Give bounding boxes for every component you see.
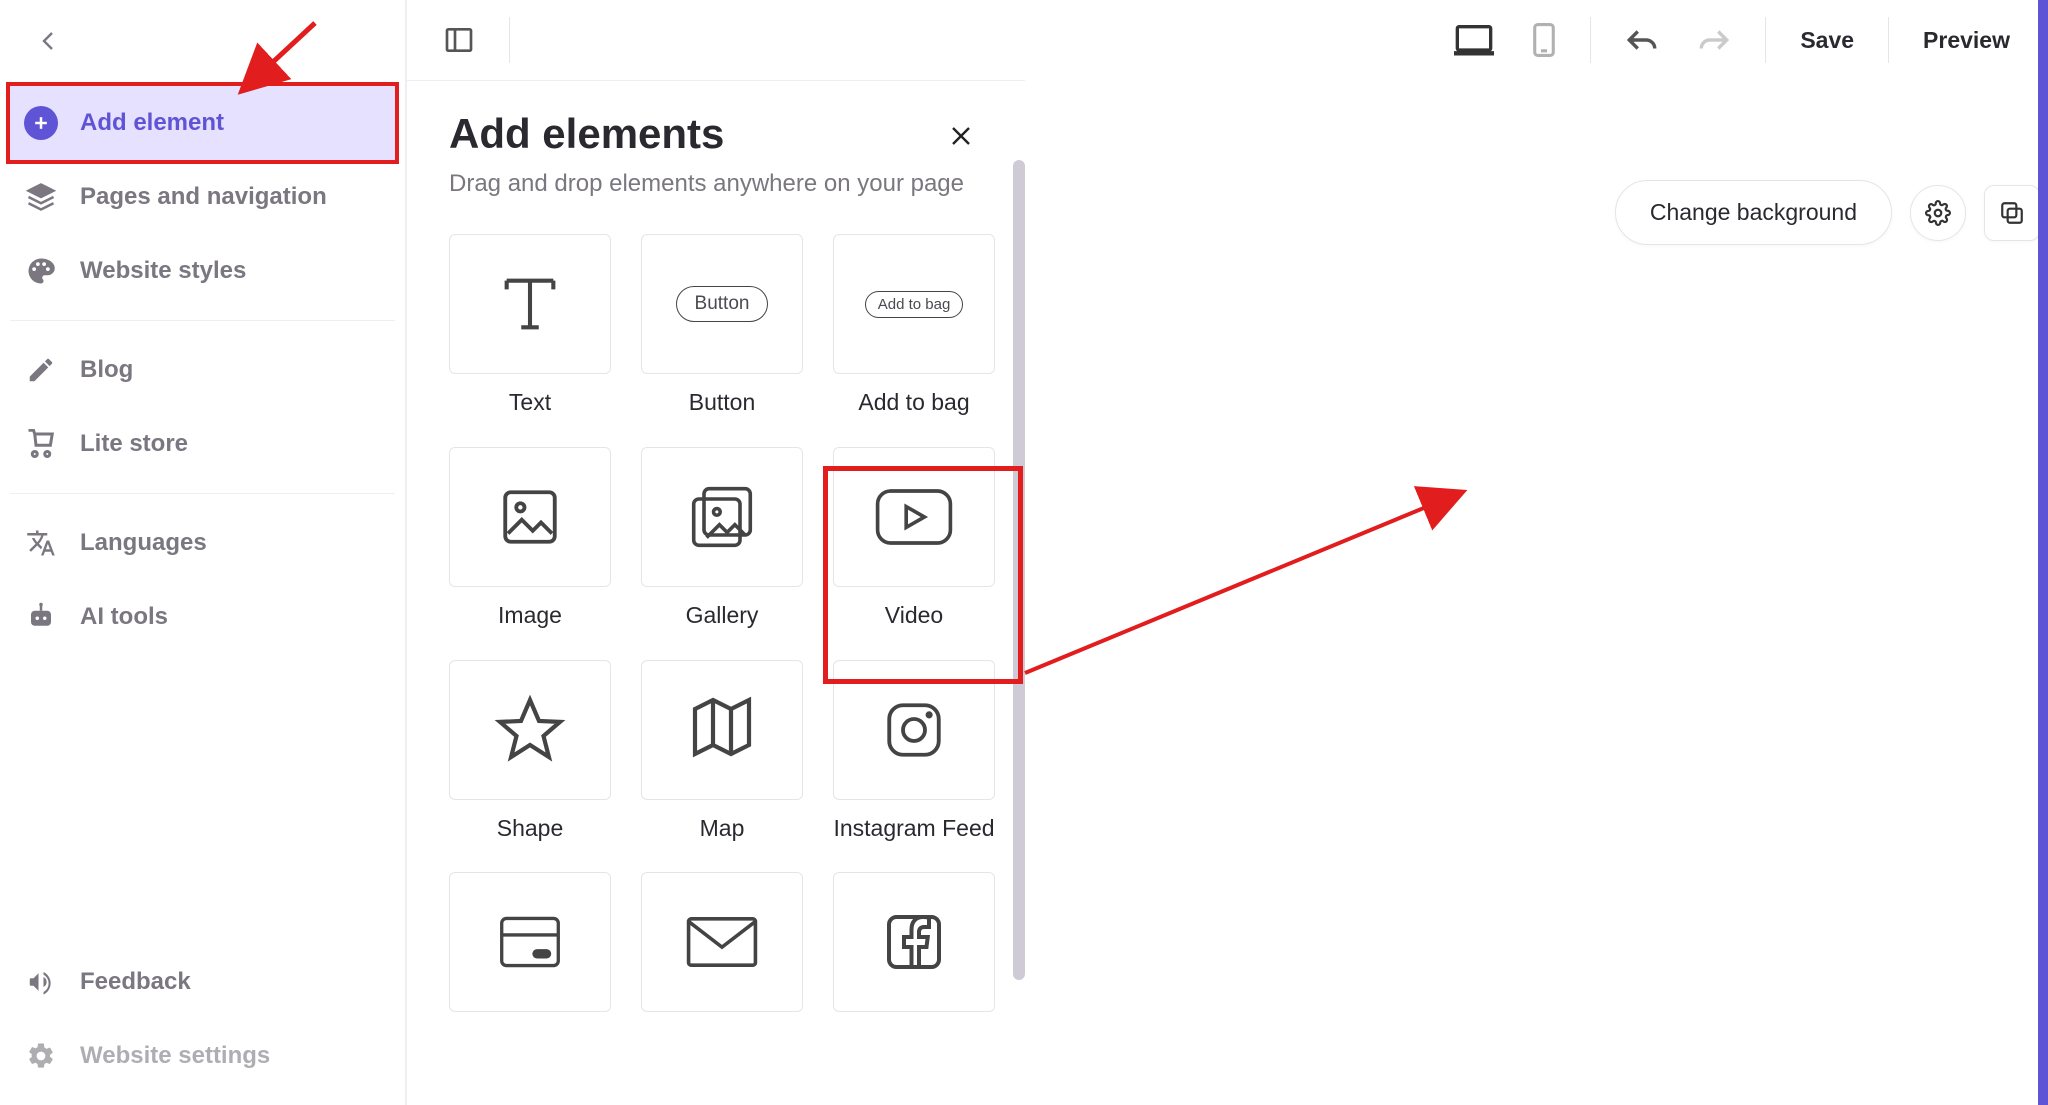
element-instagram-feed[interactable]: Instagram Feed — [833, 660, 995, 843]
columns-icon — [443, 24, 475, 56]
element-label: Text — [509, 388, 551, 417]
panel-scrollbar[interactable] — [1013, 160, 1025, 980]
close-icon — [949, 124, 973, 148]
gallery-icon — [686, 481, 758, 553]
save-button[interactable]: Save — [1790, 27, 1864, 54]
sidebar-item-label: Website styles — [80, 257, 246, 285]
element-label: Shape — [497, 814, 564, 843]
plus-circle-icon — [24, 106, 58, 140]
element-label: Map — [700, 814, 745, 843]
image-icon — [497, 484, 563, 550]
element-label: Image — [498, 601, 562, 630]
divider — [10, 493, 395, 494]
map-icon — [686, 694, 758, 766]
megaphone-icon — [24, 965, 58, 999]
element-gallery[interactable]: Gallery — [641, 447, 803, 630]
gear-icon — [24, 1039, 58, 1073]
sidebar-item-feedback[interactable]: Feedback — [10, 945, 395, 1019]
sidebar-item-label: Languages — [80, 529, 207, 557]
element-label: Add to bag — [858, 388, 969, 417]
sidebar-item-label: AI tools — [80, 603, 168, 631]
element-image[interactable]: Image — [449, 447, 611, 630]
cart-icon — [24, 427, 58, 461]
mail-icon — [686, 915, 758, 969]
palette-icon — [24, 254, 58, 288]
star-icon — [494, 694, 566, 766]
instagram-icon — [881, 697, 947, 763]
divider — [10, 320, 395, 321]
sidebar-item-add-element[interactable]: Add element — [6, 82, 399, 164]
sidebar-item-pages[interactable]: Pages and navigation — [10, 160, 395, 234]
element-add-to-bag[interactable]: Add to bag Add to bag — [833, 234, 995, 417]
preview-button[interactable]: Preview — [1913, 27, 2020, 54]
redo-icon — [1697, 25, 1731, 55]
mobile-icon — [1532, 23, 1556, 57]
redo-button[interactable] — [1687, 17, 1741, 63]
form-icon — [497, 912, 563, 972]
element-shape[interactable]: Shape — [449, 660, 611, 843]
chevron-left-icon — [37, 29, 61, 53]
change-background-button[interactable]: Change background — [1615, 180, 1892, 245]
element-video[interactable]: Video — [833, 447, 995, 630]
panel-title: Add elements — [449, 110, 981, 158]
copy-section-button[interactable] — [1984, 185, 2040, 241]
sidebar-item-label: Website settings — [80, 1042, 270, 1070]
sidebar-item-languages[interactable]: Languages — [10, 506, 395, 580]
mobile-view-button[interactable] — [1522, 17, 1566, 63]
element-button[interactable]: Button Button — [641, 234, 803, 417]
edit-icon — [24, 353, 58, 387]
sidebar-item-label: Feedback — [80, 968, 191, 996]
back-button[interactable] — [28, 20, 70, 62]
element-label: Video — [885, 601, 943, 630]
main: Save Preview Add elements Drag and drop … — [405, 0, 2048, 1105]
sidebar-item-label: Blog — [80, 356, 133, 384]
button-preview-icon: Button — [676, 286, 769, 322]
sidebar-item-label: Add element — [80, 109, 224, 137]
text-icon — [495, 269, 565, 339]
robot-icon — [24, 600, 58, 634]
add-elements-panel: Add elements Drag and drop elements anyw… — [405, 80, 1025, 1105]
undo-button[interactable] — [1615, 17, 1669, 63]
sidebar-item-website-settings[interactable]: Website settings — [10, 1019, 395, 1093]
translate-icon — [24, 526, 58, 560]
sidebar-item-ai-tools[interactable]: AI tools — [10, 580, 395, 654]
columns-icon-button[interactable] — [433, 17, 485, 63]
desktop-icon — [1454, 23, 1494, 57]
element-map[interactable]: Map — [641, 660, 803, 843]
copy-icon — [1999, 200, 2025, 226]
toolbar: Save Preview — [405, 0, 2048, 80]
sidebar: Add element Pages and navigation Website… — [0, 0, 405, 1105]
canvas[interactable]: Change background — [1025, 80, 2048, 1105]
panel-subtitle: Drag and drop elements anywhere on your … — [449, 170, 981, 198]
element-mail[interactable] — [641, 872, 803, 1026]
section-settings-button[interactable] — [1910, 185, 1966, 241]
element-facebook[interactable] — [833, 872, 995, 1026]
gear-icon — [1925, 200, 1951, 226]
sidebar-item-blog[interactable]: Blog — [10, 333, 395, 407]
desktop-view-button[interactable] — [1444, 17, 1504, 63]
sidebar-item-styles[interactable]: Website styles — [10, 234, 395, 308]
sidebar-item-label: Pages and navigation — [80, 183, 327, 211]
close-button[interactable] — [941, 116, 981, 156]
layers-icon — [24, 180, 58, 214]
sidebar-item-label: Lite store — [80, 430, 188, 458]
element-label: Gallery — [686, 601, 759, 630]
facebook-icon — [884, 912, 944, 972]
video-icon — [875, 487, 953, 547]
element-label: Button — [689, 388, 756, 417]
element-form[interactable] — [449, 872, 611, 1026]
sidebar-item-lite-store[interactable]: Lite store — [10, 407, 395, 481]
undo-icon — [1625, 25, 1659, 55]
add-to-bag-preview-icon: Add to bag — [865, 291, 964, 318]
element-text[interactable]: Text — [449, 234, 611, 417]
right-edge-accent — [2038, 0, 2048, 1105]
element-label: Instagram Feed — [833, 814, 994, 843]
